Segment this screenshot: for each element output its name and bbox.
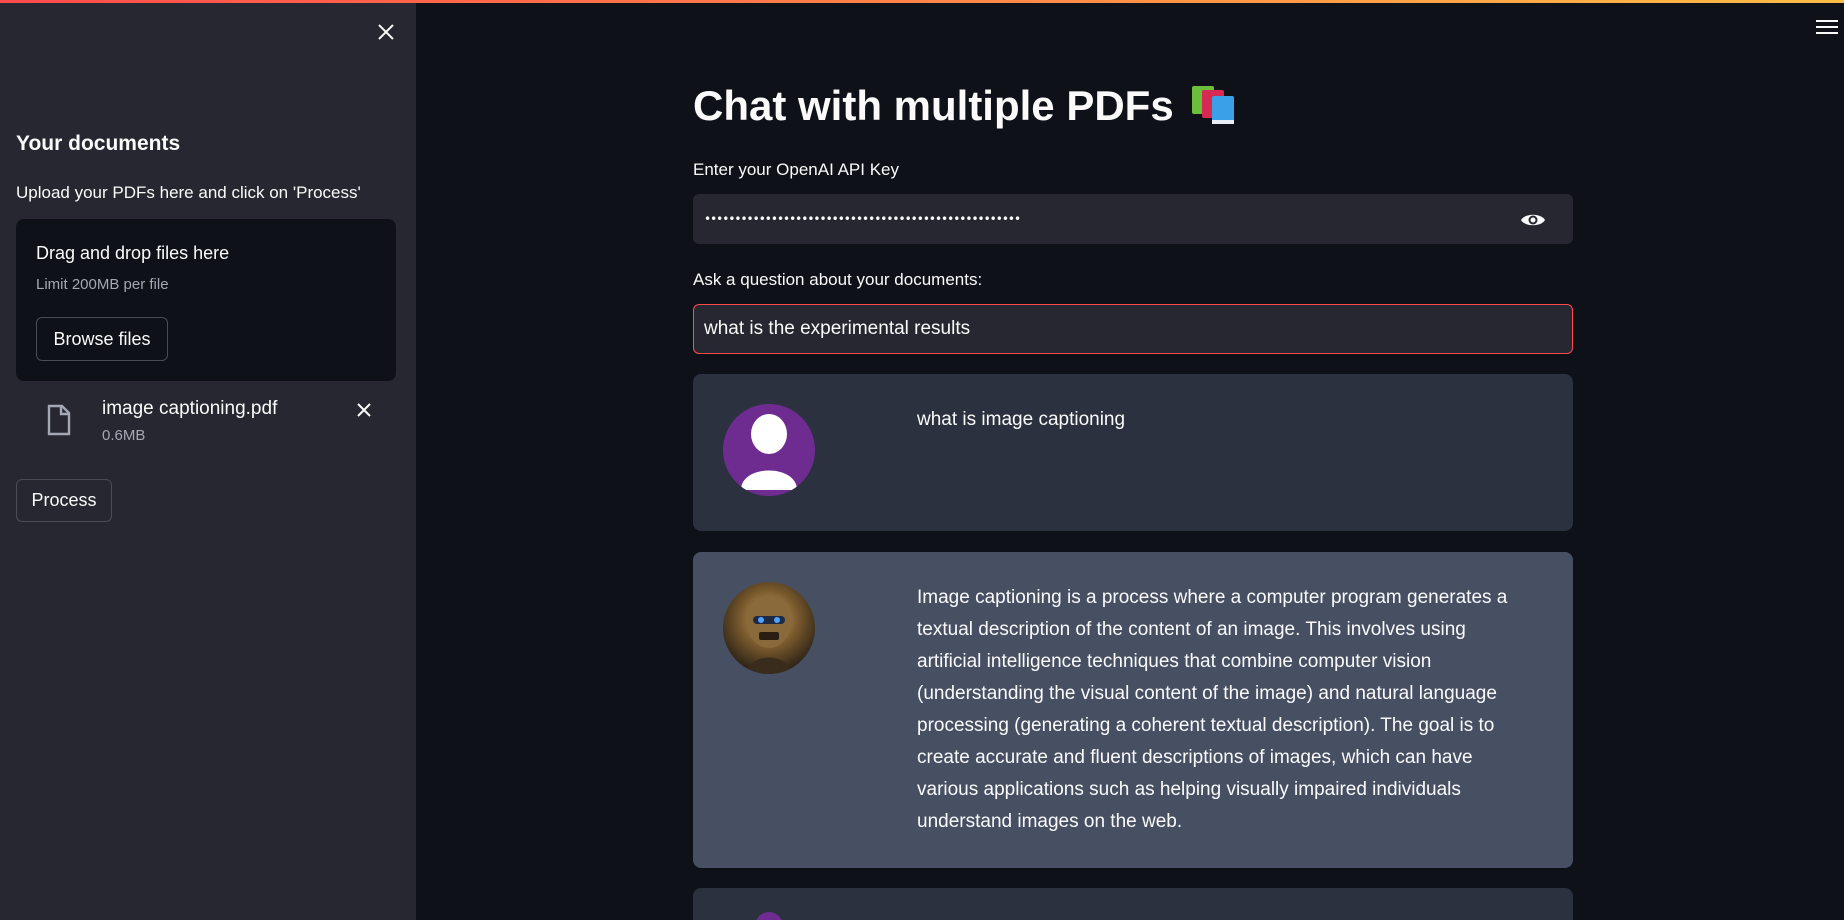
message-text: Image captioning is a process where a co…: [917, 587, 1508, 832]
show-password-icon[interactable]: [1520, 207, 1546, 233]
chat-message-user: [693, 888, 1573, 920]
process-button[interactable]: Process: [16, 479, 112, 522]
chat-message-user: what is image captioning: [693, 374, 1573, 531]
question-field: [693, 304, 1573, 354]
api-key-field: [693, 194, 1573, 244]
chat-message-bot: Image captioning is a process where a co…: [693, 552, 1573, 868]
menu-icon[interactable]: [1816, 20, 1838, 40]
dropzone-limit: Limit 200MB per file: [36, 276, 169, 293]
page-title: Chat with multiple PDFs: [693, 82, 1238, 130]
sidebar-heading: Your documents: [16, 132, 181, 155]
sidebar-description: Upload your PDFs here and click on 'Proc…: [16, 183, 361, 202]
browse-files-button[interactable]: Browse files: [36, 317, 168, 361]
top-decoration-bar: [0, 0, 1844, 3]
file-size: 0.6MB: [102, 427, 146, 444]
user-avatar: [723, 404, 815, 496]
api-key-input[interactable]: [704, 195, 1504, 243]
api-key-label: Enter your OpenAI API Key: [693, 160, 900, 179]
message-text: what is image captioning: [917, 409, 1126, 430]
close-sidebar-icon[interactable]: [372, 18, 400, 46]
books-icon: [1190, 84, 1238, 128]
user-avatar: [755, 912, 783, 920]
question-label: Ask a question about your documents:: [693, 270, 983, 289]
file-icon: [44, 402, 74, 438]
file-dropzone[interactable]: Drag and drop files here Limit 200MB per…: [16, 219, 396, 381]
file-name: image captioning.pdf: [102, 398, 278, 419]
bot-avatar: [723, 582, 815, 674]
dropzone-title: Drag and drop files here: [36, 243, 230, 263]
remove-file-icon[interactable]: [350, 396, 378, 424]
page-title-text: Chat with multiple PDFs: [693, 82, 1174, 129]
uploaded-file-item: image captioning.pdf 0.6MB: [16, 396, 396, 452]
question-input[interactable]: [704, 305, 1564, 353]
sidebar: Your documents Upload your PDFs here and…: [0, 0, 416, 920]
